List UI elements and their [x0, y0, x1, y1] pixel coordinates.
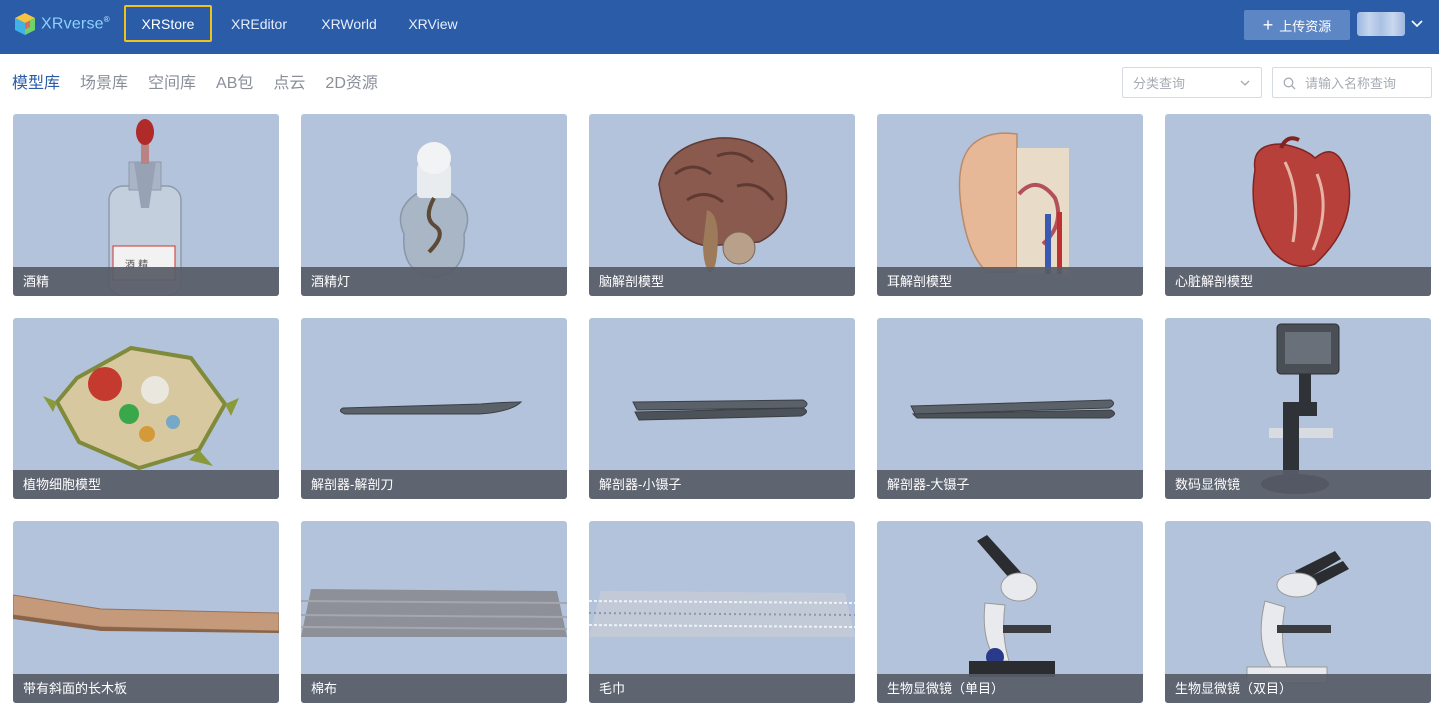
search-input[interactable]: [1305, 73, 1427, 93]
model-name: 毛巾: [589, 674, 855, 703]
model-card-ear[interactable]: 耳解剖模型: [877, 114, 1143, 296]
model-name: 酒精灯: [301, 267, 567, 296]
category-tabs: 模型库 场景库 空间库 AB包 点云 2D资源: [12, 73, 398, 95]
model-card-plant-cell[interactable]: 植物细胞模型: [13, 318, 279, 499]
model-name: 酒精: [13, 267, 279, 296]
category-select[interactable]: 分类查询: [1122, 67, 1262, 98]
nav-xrstore[interactable]: XRStore: [124, 5, 212, 42]
model-card-scalpel[interactable]: 解剖器-解剖刀: [301, 318, 567, 499]
model-card-monocular-microscope[interactable]: 生物显微镜（单目）: [877, 521, 1143, 703]
model-name: 生物显微镜（双目）: [1165, 674, 1431, 703]
category-select-placeholder: 分类查询: [1133, 76, 1186, 91]
nav-xrworld[interactable]: XRWorld: [312, 5, 386, 42]
upload-resource-label: 上传资源: [1279, 18, 1332, 34]
nav-xreditor[interactable]: XREditor: [216, 5, 302, 42]
tab-point-cloud[interactable]: 点云: [273, 73, 305, 95]
top-navigation-bar: XRverse® XRStore XREditor XRWorld XRView…: [0, 0, 1439, 54]
model-name: 解剖器-解剖刀: [301, 470, 567, 499]
user-avatar[interactable]: [1357, 12, 1405, 36]
model-card-alcohol[interactable]: 酒 精 酒精: [13, 114, 279, 296]
chevron-down-icon: [1240, 80, 1250, 86]
plus-icon: +: [1262, 15, 1274, 35]
tab-scene-library[interactable]: 场景库: [80, 73, 128, 95]
tab-model-library[interactable]: 模型库: [12, 73, 60, 95]
tab-2d-resources[interactable]: 2D资源: [325, 73, 377, 95]
chevron-down-icon[interactable]: [1410, 16, 1424, 30]
model-name: 数码显微镜: [1165, 470, 1431, 499]
nav-xrview[interactable]: XRView: [396, 5, 470, 42]
model-name: 心脏解剖模型: [1165, 267, 1431, 296]
tab-ab-package[interactable]: AB包: [216, 73, 253, 95]
model-card-binocular-microscope[interactable]: 生物显微镜（双目）: [1165, 521, 1431, 703]
model-name: 耳解剖模型: [877, 267, 1143, 296]
model-card-heart[interactable]: 心脏解剖模型: [1165, 114, 1431, 296]
model-name: 生物显微镜（单目）: [877, 674, 1143, 703]
upload-resource-button[interactable]: + 上传资源: [1244, 10, 1350, 40]
model-card-brain[interactable]: 脑解剖模型: [589, 114, 855, 296]
model-name: 解剖器-大镊子: [877, 470, 1143, 499]
model-name: 植物细胞模型: [13, 470, 279, 499]
model-name: 脑解剖模型: [589, 267, 855, 296]
search-box: [1272, 67, 1432, 98]
model-name: 棉布: [301, 674, 567, 703]
model-name: 带有斜面的长木板: [13, 674, 279, 703]
tab-space-library[interactable]: 空间库: [148, 73, 196, 95]
model-card-digital-microscope[interactable]: 数码显微镜: [1165, 318, 1431, 499]
brand-name: XRverse®: [41, 14, 110, 33]
model-card-large-tweezers[interactable]: 解剖器-大镊子: [877, 318, 1143, 499]
model-card-small-tweezers[interactable]: 解剖器-小镊子: [589, 318, 855, 499]
search-icon: [1283, 77, 1296, 90]
model-name: 解剖器-小镊子: [589, 470, 855, 499]
model-card-alcohol-lamp[interactable]: 酒精灯: [301, 114, 567, 296]
model-card-wooden-plank[interactable]: 带有斜面的长木板: [13, 521, 279, 703]
model-card-towel[interactable]: 毛巾: [589, 521, 855, 703]
main-nav: XRStore XREditor XRWorld XRView: [124, 5, 470, 42]
model-card-cotton-cloth[interactable]: 棉布: [301, 521, 567, 703]
brand-logo[interactable]: XRverse®: [12, 9, 110, 39]
cube-logo-icon: [15, 13, 35, 35]
